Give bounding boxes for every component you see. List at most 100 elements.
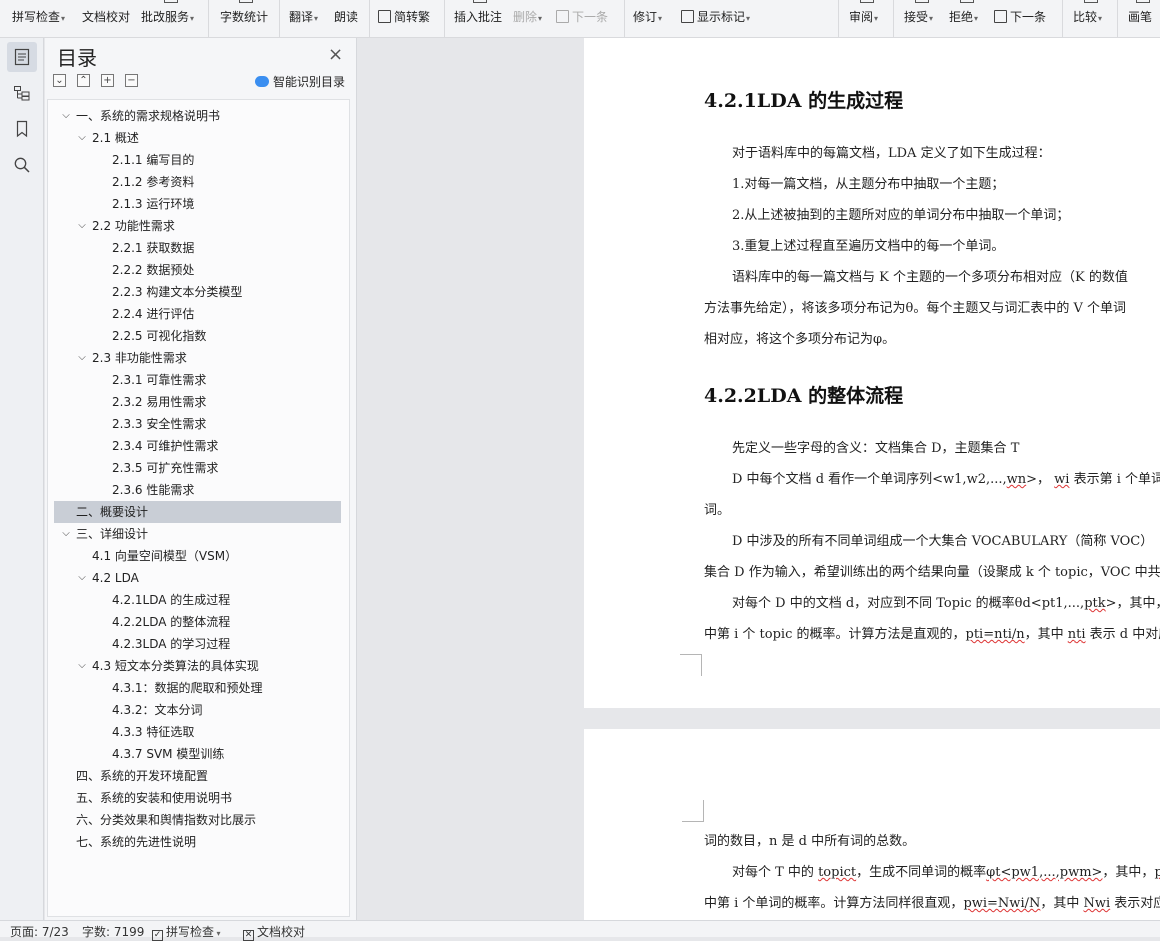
toc-item-label: 2.1.3 运行环境 xyxy=(112,197,195,211)
pen-button[interactable]: 画笔 xyxy=(1128,0,1158,37)
toc-panel-button[interactable] xyxy=(7,42,37,72)
toc-item[interactable]: 二、概要设计 xyxy=(54,501,341,523)
collapse-all-icon[interactable]: ⌄ xyxy=(53,74,66,87)
chevron-down-icon[interactable]: ⌵ xyxy=(76,347,88,369)
chapter-nav-button[interactable] xyxy=(7,78,37,108)
text-run: 对每个 T 中的 xyxy=(732,865,819,880)
toc-item[interactable]: 4.3.1：数据的爬取和预处理 xyxy=(48,677,348,699)
toc-item[interactable]: 2.3.6 性能需求 xyxy=(48,479,348,501)
ribbon-divider xyxy=(369,0,370,37)
status-spell-check[interactable]: ✓ 拼写检查 ▾ xyxy=(152,923,221,941)
toc-item[interactable]: 2.3.2 易用性需求 xyxy=(48,391,348,413)
toc-item[interactable]: ⌵ 三、详细设计 xyxy=(48,523,348,545)
translate-button[interactable]: 翻译▾ xyxy=(289,0,325,37)
accept-button[interactable]: 接受▾ xyxy=(904,0,940,37)
page-indicator[interactable]: 页面: 7/23 xyxy=(10,923,69,940)
show-marks-button[interactable]: 显示标记▾ xyxy=(681,0,763,37)
toc-item[interactable]: 2.2.4 进行评估 xyxy=(48,303,348,325)
bookmark-button[interactable] xyxy=(7,114,37,144)
toc-item[interactable]: 4.2.2LDA 的整体流程 xyxy=(48,611,348,633)
next-comment-button[interactable]: 下一条 xyxy=(556,0,616,37)
chevron-down-icon: ▾ xyxy=(746,14,751,23)
chevron-down-icon[interactable]: ⌵ xyxy=(76,215,88,237)
pen-label: 画笔 xyxy=(1128,10,1153,24)
expand-up-icon[interactable]: ⌃ xyxy=(77,74,90,87)
smart-toc-icon xyxy=(255,76,269,87)
spell-error: wi xyxy=(1054,472,1070,487)
chevron-down-icon[interactable]: ⌵ xyxy=(60,523,72,545)
reject-button[interactable]: 拒绝▾ xyxy=(949,0,985,37)
page-margin-marker xyxy=(680,654,702,676)
toc-item[interactable]: 4.3.7 SVM 模型训练 xyxy=(48,743,348,765)
spell-check-button[interactable]: 拼写检查▾ xyxy=(12,0,74,37)
toc-item-label: 七、系统的先进性说明 xyxy=(76,835,197,849)
toc-item[interactable]: 2.3.4 可维护性需求 xyxy=(48,435,348,457)
spell-error: Nwi xyxy=(1083,896,1111,911)
chevron-down-icon[interactable]: ⌵ xyxy=(60,105,72,127)
toc-item-label: 二、概要设计 xyxy=(76,505,149,519)
toc-item[interactable]: ⌵ 一、系统的需求规格说明书 xyxy=(48,105,348,127)
search-button[interactable] xyxy=(7,150,37,180)
chevron-down-icon: ▾ xyxy=(1098,14,1103,23)
toc-item[interactable]: ⌵ 2.3 非功能性需求 xyxy=(48,347,348,369)
toc-item[interactable]: 五、系统的安装和使用说明书 xyxy=(48,787,348,809)
delete-comment-button[interactable]: 删除▾ xyxy=(513,0,549,37)
word-count-indicator[interactable]: 字数: 7199 xyxy=(82,923,144,940)
toc-item[interactable]: 2.2.2 数据预处 xyxy=(48,259,348,281)
comment-icon xyxy=(473,0,487,3)
toc-item[interactable]: ⌵ 4.2 LDA xyxy=(48,567,348,589)
chevron-down-icon: ▾ xyxy=(61,14,66,23)
convert-button[interactable]: 简转繁 xyxy=(378,0,438,37)
read-aloud-button[interactable]: 朗读 xyxy=(334,0,362,37)
toc-item[interactable]: 4.2.1LDA 的生成过程 xyxy=(48,589,348,611)
toc-item[interactable]: 2.3.1 可靠性需求 xyxy=(48,369,348,391)
toc-item-label: 4.2.3LDA 的学习过程 xyxy=(112,637,231,651)
toc-item[interactable]: 2.2.5 可视化指数 xyxy=(48,325,348,347)
toc-item[interactable]: 2.1.2 参考资料 xyxy=(48,171,348,193)
doc-proofread-button[interactable]: 文档校对 xyxy=(82,0,134,37)
toc-item[interactable]: ⌵ 2.1 概述 xyxy=(48,127,348,149)
chevron-down-icon[interactable]: ⌵ xyxy=(76,567,88,589)
toc-item[interactable]: 4.2.3LDA 的学习过程 xyxy=(48,633,348,655)
review-button[interactable]: 审阅▾ xyxy=(849,0,885,37)
revise-button[interactable]: 修订▾ xyxy=(633,0,669,37)
close-icon[interactable]: × xyxy=(328,44,343,65)
toc-item[interactable]: 七、系统的先进性说明 xyxy=(48,831,348,853)
chevron-down-icon[interactable]: ⌵ xyxy=(76,127,88,149)
toc-item-label: 2.3.2 易用性需求 xyxy=(112,395,207,409)
bookmark-icon xyxy=(16,120,28,138)
toc-item[interactable]: 2.3.3 安全性需求 xyxy=(48,413,348,435)
insert-comment-button[interactable]: 插入批注 xyxy=(454,0,506,37)
toc-item[interactable]: 2.1.1 编写目的 xyxy=(48,149,348,171)
toc-item[interactable]: 2.2.1 获取数据 xyxy=(48,237,348,259)
revise-service-button[interactable]: 批改服务▾ xyxy=(141,0,201,37)
word-count-button[interactable]: 字数统计 xyxy=(220,0,272,37)
toc-item[interactable]: 四、系统的开发环境配置 xyxy=(48,765,348,787)
compare-button[interactable]: 比较▾ xyxy=(1073,0,1109,37)
next-comment-label: 下一条 xyxy=(572,10,609,24)
add-heading-icon[interactable]: + xyxy=(101,74,114,87)
toc-item[interactable]: 4.3.2：文本分词 xyxy=(48,699,348,721)
accept-icon xyxy=(915,0,929,3)
toc-item[interactable]: 六、分类效果和舆情指数对比展示 xyxy=(48,809,348,831)
smart-toc-label: 智能识别目录 xyxy=(273,75,346,89)
toc-item[interactable]: 4.3.3 特征选取 xyxy=(48,721,348,743)
chevron-down-icon[interactable]: ⌵ xyxy=(76,655,88,677)
toc-item[interactable]: 2.1.3 运行环境 xyxy=(48,193,348,215)
toc-item-label: 四、系统的开发环境配置 xyxy=(76,769,209,783)
toc-item[interactable]: 2.3.5 可扩充性需求 xyxy=(48,457,348,479)
remove-heading-icon[interactable]: − xyxy=(125,74,138,87)
spell-error: pti=nti/n xyxy=(965,627,1025,642)
toc-item-label: 4.2 LDA xyxy=(92,571,139,585)
ribbon-divider xyxy=(1117,0,1118,37)
toc-item[interactable]: 2.2.3 构建文本分类模型 xyxy=(48,281,348,303)
smart-toc-button[interactable]: 智能识别目录 xyxy=(255,73,345,90)
toc-item[interactable]: 4.1 向量空间模型（VSM） xyxy=(48,545,348,567)
translate-label: 翻译 xyxy=(289,10,314,24)
status-proofread[interactable]: ✕ 文档校对 xyxy=(243,923,305,941)
toc-item[interactable]: ⌵ 2.2 功能性需求 xyxy=(48,215,348,237)
toc-item-label: 2.3.1 可靠性需求 xyxy=(112,373,207,387)
toc-item[interactable]: ⌵ 4.3 短文本分类算法的具体实现 xyxy=(48,655,348,677)
next-change-button[interactable]: 下一条 xyxy=(994,0,1054,37)
document-page: 词的数目，n 是 d 中所有词的总数。 对每个 T 中的 topict，生成不同… xyxy=(584,729,1160,920)
